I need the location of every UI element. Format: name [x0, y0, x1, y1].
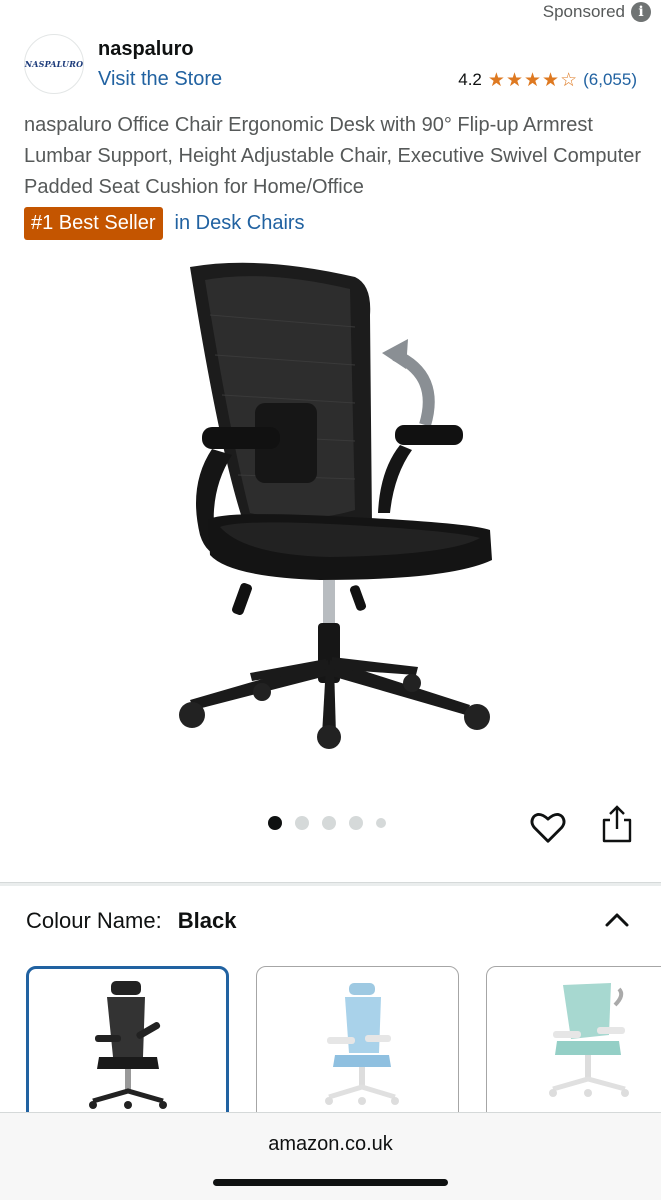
chevron-up-icon[interactable]	[603, 910, 631, 930]
carousel-dot[interactable]	[322, 816, 336, 830]
star-empty-icon: ☆	[560, 69, 578, 91]
brand-name[interactable]: naspaluro	[98, 38, 194, 61]
rating-value: 4.2	[458, 70, 482, 89]
star-full-icon: ★	[542, 69, 560, 91]
carousel-dot[interactable]	[376, 818, 386, 828]
carousel-dot-active[interactable]	[268, 816, 282, 830]
carousel-dots[interactable]	[268, 816, 386, 830]
brand-row: NASPALURO naspaluro Visit the Store 4.2 …	[24, 34, 637, 98]
swatch-light-blue[interactable]	[256, 966, 459, 1126]
product-title: naspaluro Office Chair Ergonomic Desk wi…	[24, 114, 641, 198]
colour-swatches	[26, 966, 661, 1126]
browser-bottom-bar: amazon.co.uk	[0, 1112, 661, 1200]
office-chair-image	[179, 262, 492, 749]
star-full-icon: ★	[523, 69, 542, 91]
colour-value: Black	[177, 908, 237, 933]
colour-label: Colour Name:	[26, 908, 162, 933]
star-full-icon: ★	[487, 69, 505, 91]
star-rating: ★ ★ ★ ★ ☆	[488, 71, 577, 90]
product-image[interactable]	[150, 255, 510, 755]
chair-mint-thumbnail	[548, 983, 629, 1097]
swatch-mint[interactable]	[486, 966, 661, 1126]
share-icon	[602, 805, 632, 843]
star-full-icon: ★	[505, 69, 523, 91]
carousel-dot[interactable]	[349, 816, 363, 830]
home-indicator[interactable]	[213, 1179, 448, 1186]
heart-icon	[530, 813, 566, 843]
section-divider	[0, 882, 661, 886]
chair-blue-thumbnail	[324, 983, 399, 1105]
sponsored-label[interactable]: Sponsored i	[543, 2, 651, 22]
rating-count-link[interactable]: (6,055)	[583, 70, 637, 90]
visit-store-link[interactable]: Visit the Store	[98, 68, 222, 91]
url-bar[interactable]: amazon.co.uk	[0, 1133, 661, 1156]
swatch-black[interactable]	[26, 966, 229, 1126]
best-seller-badge: #1 Best Seller	[24, 207, 163, 240]
best-seller-row: #1 Best Seller in Desk Chairs	[24, 207, 305, 240]
info-icon[interactable]: i	[631, 2, 651, 22]
share-button[interactable]	[600, 804, 634, 844]
best-seller-category-link[interactable]: in Desk Chairs	[175, 212, 305, 235]
sponsored-text: Sponsored	[542, 2, 625, 21]
colour-selector-header[interactable]: Colour Name: Black	[26, 908, 631, 934]
wishlist-button[interactable]	[529, 808, 567, 846]
brand-logo[interactable]: NASPALURO	[24, 34, 84, 94]
rating-summary[interactable]: 4.2 ★ ★ ★ ★ ☆ (6,055)	[458, 70, 637, 90]
carousel-dot[interactable]	[295, 816, 309, 830]
chair-black-thumbnail	[88, 981, 167, 1109]
